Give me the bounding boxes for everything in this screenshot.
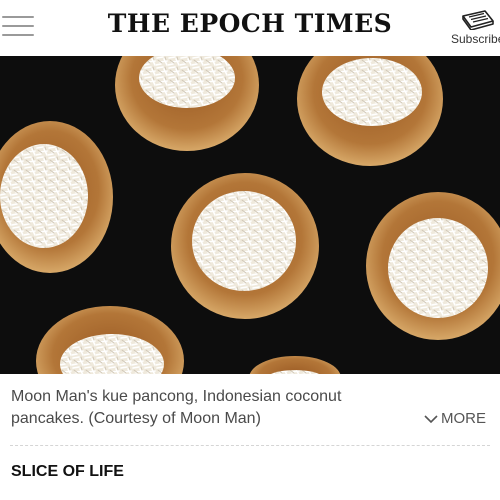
more-button[interactable]: MORE bbox=[424, 410, 486, 427]
pancakes-photo bbox=[0, 56, 500, 374]
photo-caption: Moon Man's kue pancong, Indonesian cocon… bbox=[11, 388, 342, 427]
newspaper-icon bbox=[462, 10, 494, 30]
top-bar: THE EPOCH TIMES Subscribe bbox=[0, 0, 500, 56]
pancake bbox=[36, 306, 184, 374]
pancake bbox=[115, 56, 259, 151]
article-photo bbox=[0, 56, 500, 374]
site-masthead[interactable]: THE EPOCH TIMES bbox=[0, 9, 500, 38]
subscribe-label: Subscribe bbox=[451, 32, 500, 46]
pancake bbox=[0, 121, 113, 273]
subscribe-button[interactable]: Subscribe bbox=[448, 8, 500, 48]
pancake bbox=[249, 356, 341, 374]
chevron-down-icon bbox=[424, 415, 438, 424]
section-label[interactable]: SLICE OF LIFE bbox=[11, 463, 124, 481]
more-label: MORE bbox=[441, 410, 486, 427]
pancake bbox=[297, 56, 443, 166]
divider bbox=[10, 445, 490, 446]
pancake bbox=[171, 173, 319, 319]
pancake bbox=[366, 192, 500, 340]
